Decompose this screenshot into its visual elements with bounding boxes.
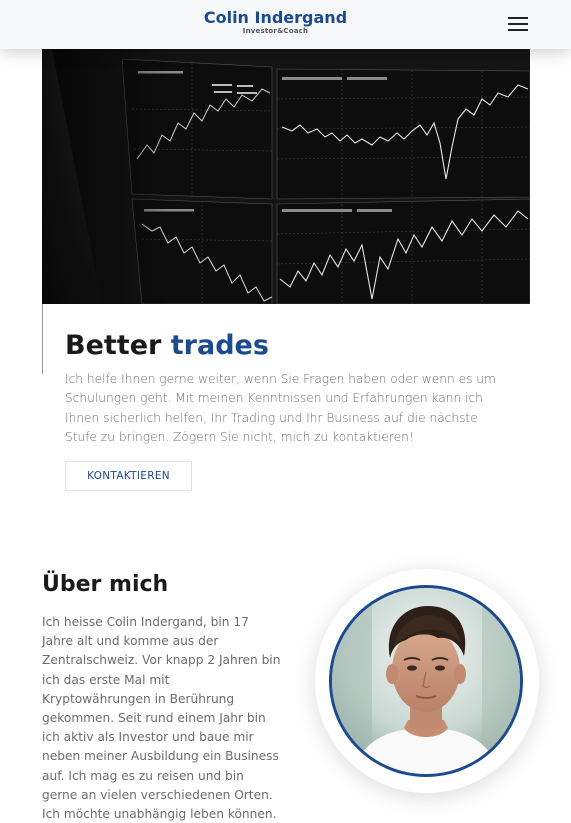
hero-description: Ich helfe Ihnen gerne weiter, wenn Sie F… <box>65 372 496 444</box>
hero-title-part1: Better <box>65 330 162 361</box>
about-title: Über mich <box>42 572 169 597</box>
menu-bar <box>508 29 528 31</box>
brand-name: Colin Indergand <box>203 8 348 27</box>
brand-subtitle: Investor&Coach <box>242 27 309 35</box>
menu-bar <box>508 17 528 19</box>
trading-screen-image <box>42 49 530 304</box>
menu-bar <box>508 23 528 25</box>
portrait-frame <box>315 569 539 793</box>
accent-divider <box>42 304 43 374</box>
hamburger-menu-icon[interactable] <box>506 15 530 33</box>
brand-logo[interactable]: Colin Indergand Investor&Coach <box>0 8 551 36</box>
site-header: Colin Indergand Investor&Coach <box>0 0 571 49</box>
hero-title: Better trades <box>65 328 269 364</box>
profile-portrait-photo <box>329 585 523 777</box>
about-description: Ich heisse Colin Indergand, bin 17 Jahre… <box>42 615 281 822</box>
contact-button[interactable]: KONTAKTIEREN <box>65 461 192 491</box>
hero-title-accent: trades <box>170 330 269 361</box>
